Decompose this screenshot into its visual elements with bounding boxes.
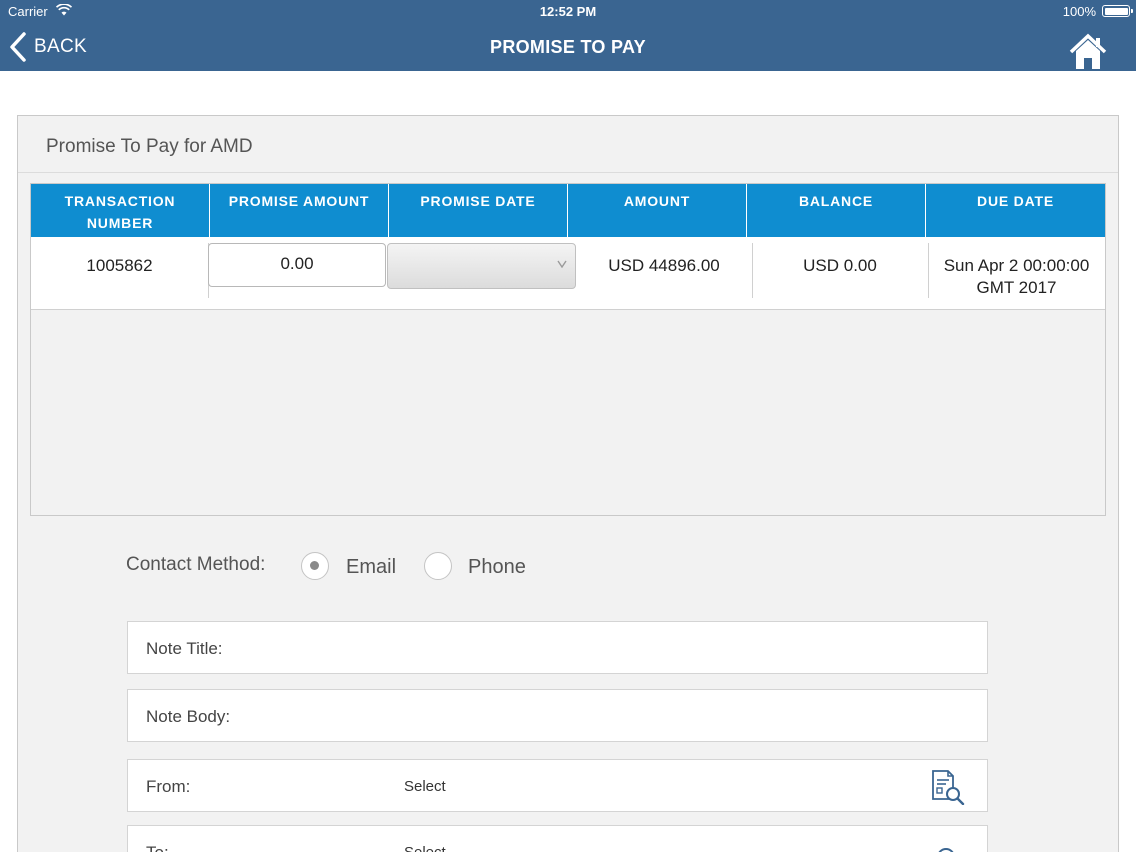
promise-amount-input[interactable]: 0.00 bbox=[208, 243, 386, 287]
dropdown-arrow-icon bbox=[557, 260, 567, 268]
table-header: TRANSACTION NUMBER PROMISE AMOUNT PROMIS… bbox=[31, 184, 1105, 237]
to-label: To: bbox=[146, 843, 169, 852]
email-radio-label: Email bbox=[346, 556, 397, 578]
column-header-due-date: DUE DATE bbox=[977, 193, 1054, 209]
card-divider bbox=[18, 172, 1118, 173]
from-row: From: Select bbox=[127, 759, 988, 812]
email-radio[interactable] bbox=[301, 552, 329, 580]
transactions-table: TRANSACTION NUMBER PROMISE AMOUNT PROMIS… bbox=[30, 183, 1106, 516]
document-search-icon[interactable] bbox=[929, 769, 965, 805]
status-time: 12:52 PM bbox=[539, 4, 597, 19]
column-header-amount: AMOUNT bbox=[568, 184, 747, 237]
phone-radio[interactable] bbox=[424, 552, 452, 580]
table-row: 1005862 0.00 USD 44896.00 USD 0.00 Sun A… bbox=[31, 237, 1105, 310]
to-select[interactable]: Select bbox=[404, 844, 446, 852]
battery-icon bbox=[1102, 5, 1133, 17]
column-header-promise-date: PROMISE DATE bbox=[389, 184, 568, 237]
column-header-balance: BALANCE bbox=[747, 184, 926, 237]
promise-date-select[interactable] bbox=[387, 243, 576, 289]
transaction-number-cell: 1005862 bbox=[86, 256, 153, 275]
note-title-field[interactable]: Note Title: bbox=[127, 621, 988, 674]
card-title: Promise To Pay for AMD bbox=[46, 136, 253, 157]
search-icon[interactable] bbox=[929, 835, 965, 852]
column-header-transaction-number: TRANSACTION NUMBER bbox=[31, 184, 210, 237]
phone-radio-label: Phone bbox=[468, 556, 526, 578]
from-select[interactable]: Select bbox=[404, 778, 446, 795]
contact-method-label: Contact Method: bbox=[126, 554, 266, 575]
to-row: To: Select bbox=[127, 825, 988, 852]
amount-cell: USD 44896.00 bbox=[608, 256, 720, 275]
balance-cell: USD 0.00 bbox=[803, 256, 877, 275]
from-label: From: bbox=[146, 777, 191, 796]
page-title: PROMISE TO PAY bbox=[490, 37, 646, 57]
app-header: Carrier 12:52 PM 100% BACK PROMISE TO PA… bbox=[0, 0, 1136, 71]
home-icon[interactable] bbox=[1068, 32, 1108, 70]
status-bar: Carrier 12:52 PM 100% bbox=[0, 0, 1136, 22]
column-header-promise-amount: PROMISE AMOUNT bbox=[210, 184, 389, 237]
battery-percent: 100% bbox=[1062, 4, 1096, 19]
due-date-cell: Sun Apr 2 00:00:00 GMT 2017 bbox=[943, 256, 1090, 297]
note-body-label: Note Body: bbox=[146, 707, 231, 726]
note-body-field[interactable]: Note Body: bbox=[127, 689, 988, 742]
note-title-label: Note Title: bbox=[146, 639, 223, 658]
